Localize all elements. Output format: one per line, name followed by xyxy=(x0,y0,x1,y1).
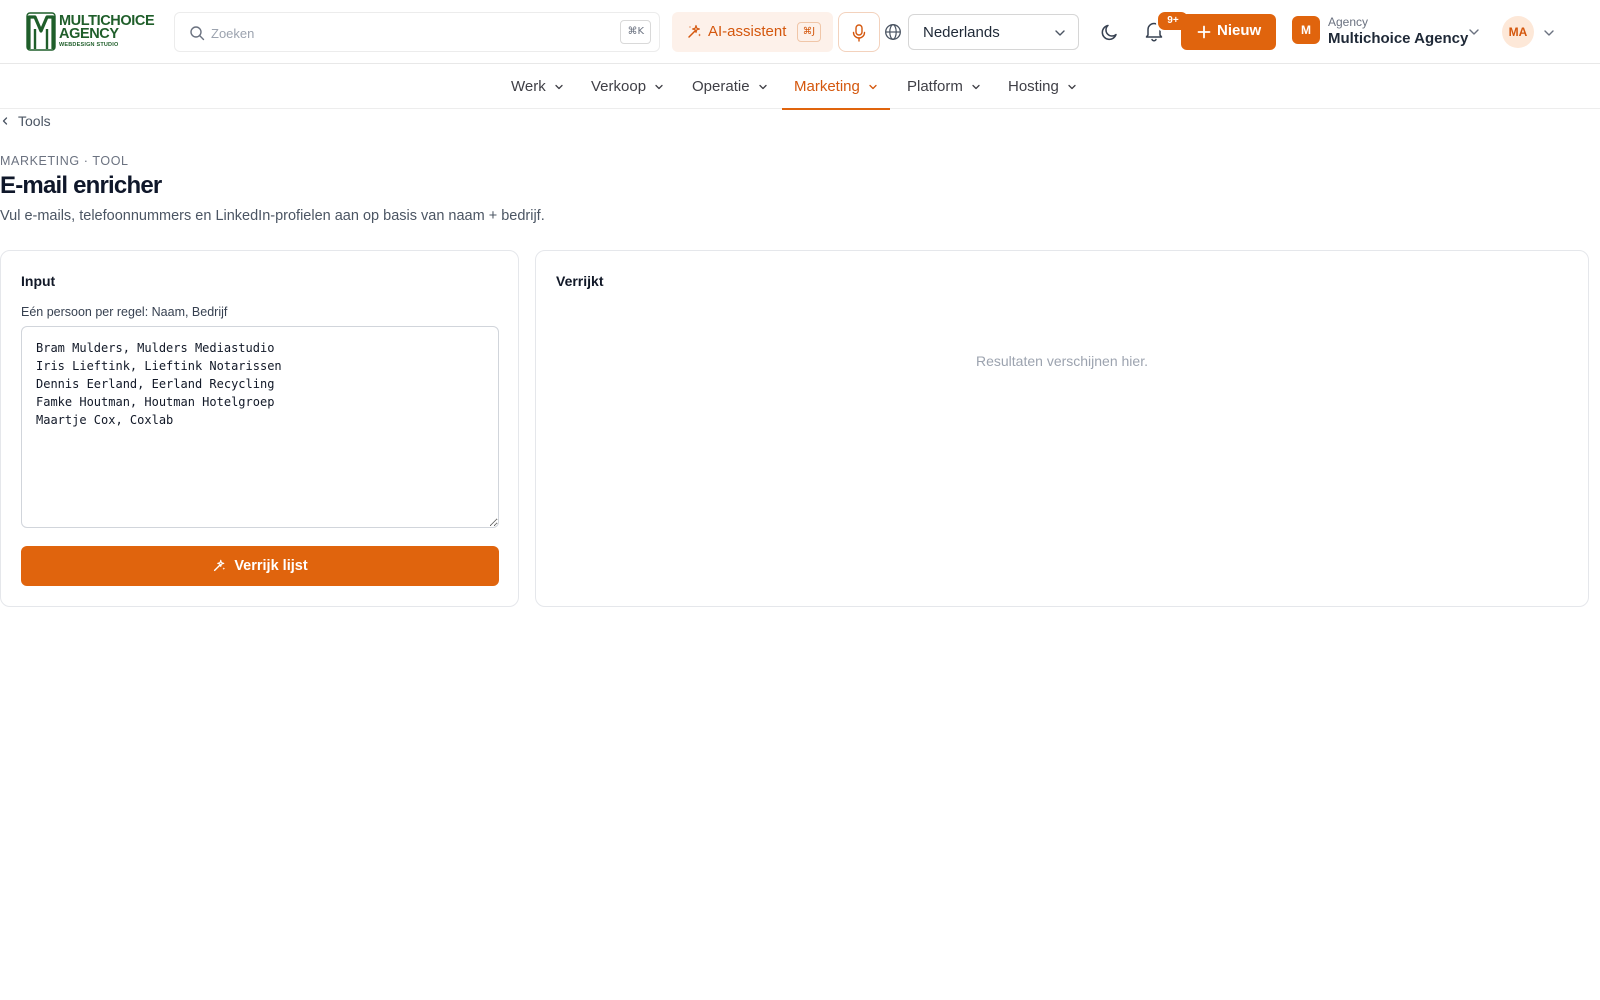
sparkle-icon xyxy=(688,24,701,38)
people-list-textarea[interactable] xyxy=(21,326,499,528)
sparkle-icon xyxy=(214,559,226,572)
logo-line-2: AGENCY xyxy=(59,26,119,43)
ai-assistant-button[interactable]: AI-assistent ⌘J xyxy=(672,12,833,52)
main-nav: Werk Verkoop Operatie Marketing Platform… xyxy=(0,64,1600,110)
back-to-tools-link[interactable]: Tools xyxy=(0,111,51,131)
agency-kind-label: Agency xyxy=(1328,15,1369,29)
input-card-title: Input xyxy=(21,273,56,289)
enrich-list-button[interactable]: Verrijk lijst xyxy=(21,546,499,586)
search-box[interactable]: ⌘K xyxy=(174,12,660,52)
chevron-down-icon xyxy=(555,84,563,89)
results-card-title: Verrijkt xyxy=(556,273,604,289)
agency-avatar: M xyxy=(1292,16,1320,44)
brand-logo[interactable]: MULTICHOICE AGENCY WEBDESIGN STUDIO xyxy=(26,10,158,52)
chevron-down-icon xyxy=(758,84,767,89)
enrich-button-label: Verrijk lijst xyxy=(234,558,308,574)
language-selected: Nederlands xyxy=(923,24,1000,41)
globe-icon xyxy=(885,24,901,40)
logo-subtitle: WEBDESIGN STUDIO xyxy=(59,41,119,48)
chevron-down-icon xyxy=(972,84,980,89)
ai-assistant-label: AI-assistent xyxy=(708,23,787,40)
input-card: Input Eén persoon per regel: Naam, Bedri… xyxy=(0,250,519,607)
nav-item-operatie[interactable]: Operatie xyxy=(692,64,768,109)
nav-item-platform[interactable]: Platform xyxy=(907,64,981,109)
voice-input-button[interactable] xyxy=(838,12,880,52)
enriched-results-card: Verrijkt Resultaten verschijnen hier. xyxy=(535,250,1589,607)
search-input[interactable] xyxy=(211,23,591,43)
chevron-down-icon xyxy=(869,84,877,89)
nav-item-label: Werk xyxy=(511,78,546,95)
mic-icon xyxy=(852,24,866,42)
new-button[interactable]: Nieuw xyxy=(1181,14,1276,50)
search-icon xyxy=(190,26,205,41)
input-field-label: Eén persoon per regel: Naam, Bedrijf xyxy=(21,305,228,319)
nav-item-werk[interactable]: Werk xyxy=(511,64,564,109)
moon-icon[interactable] xyxy=(1100,22,1120,42)
chevron-down-icon xyxy=(1469,29,1479,35)
user-avatar[interactable]: MA xyxy=(1502,16,1534,48)
nav-item-label: Marketing xyxy=(794,78,860,95)
chevron-down-icon xyxy=(1068,84,1076,89)
chevron-down-icon xyxy=(655,84,663,89)
page-eyebrow: MARKETING · TOOL xyxy=(0,154,129,168)
top-bar: MULTICHOICE AGENCY WEBDESIGN STUDIO ⌘K A… xyxy=(0,0,1600,64)
nav-item-label: Hosting xyxy=(1008,78,1059,95)
chevron-left-icon xyxy=(2,117,8,125)
nav-item-label: Operatie xyxy=(692,78,750,95)
nav-item-label: Platform xyxy=(907,78,963,95)
nav-item-hosting[interactable]: Hosting xyxy=(1008,64,1077,109)
nav-item-verkoop[interactable]: Verkoop xyxy=(591,64,664,109)
nav-item-marketing[interactable]: Marketing xyxy=(782,64,890,110)
logo-mark-icon xyxy=(26,12,56,51)
agency-name: Multichoice Agency xyxy=(1328,30,1469,47)
chevron-down-icon xyxy=(1055,30,1065,36)
page-title: E-mail enricher xyxy=(0,172,162,199)
new-button-label: Nieuw xyxy=(1217,22,1262,39)
language-select[interactable]: Nederlands xyxy=(908,14,1079,50)
logo-text: MULTICHOICE AGENCY WEBDESIGN STUDIO xyxy=(59,14,155,49)
page-description: Vul e-mails, telefoonnummers en LinkedIn… xyxy=(0,208,545,224)
ai-shortcut: ⌘J xyxy=(796,22,821,42)
nav-item-label: Verkoop xyxy=(591,78,647,95)
plus-icon xyxy=(1197,25,1211,39)
search-shortcut: ⌘K xyxy=(620,20,651,44)
chevron-down-icon[interactable] xyxy=(1543,27,1555,39)
results-empty-state: Resultaten verschijnen hier. xyxy=(976,353,1148,369)
back-link-label: Tools xyxy=(18,113,51,129)
agency-switcher[interactable]: M Agency Multichoice Agency xyxy=(1290,12,1490,52)
